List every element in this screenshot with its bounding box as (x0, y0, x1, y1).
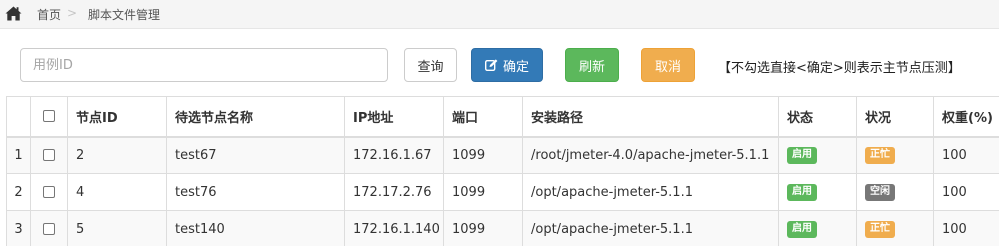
weight-cell: 100 (933, 173, 999, 211)
query-button[interactable]: 查询 (404, 48, 457, 82)
row-checkbox[interactable] (43, 186, 55, 198)
confirm-button[interactable]: 确定 (471, 48, 543, 82)
ip-cell: 172.16.1.140 (344, 210, 444, 246)
condition-cell: 正忙 (856, 210, 934, 246)
node-id-cell: 5 (67, 210, 167, 246)
status-cell: 启用 (778, 173, 857, 211)
row-checkbox[interactable] (43, 149, 55, 162)
breadcrumb-home-link[interactable]: 首页 (37, 6, 61, 23)
node-name-cell: test67 (166, 136, 345, 174)
node-name-cell: test76 (166, 173, 345, 211)
confirm-button-label: 确定 (502, 59, 529, 75)
header-status: 状态 (778, 96, 857, 138)
node-id-cell: 2 (67, 136, 167, 174)
status-badge: 启用 (787, 184, 817, 201)
status-cell: 启用 (778, 210, 857, 246)
status-badge: 启用 (787, 147, 817, 165)
row-select[interactable] (30, 173, 68, 211)
breadcrumb-current: 脚本文件管理 (88, 8, 161, 22)
row-number: 1 (6, 136, 31, 174)
header-node-id: 节点ID (67, 96, 167, 138)
node-name-cell: test140 (166, 210, 345, 246)
row-checkbox[interactable] (43, 223, 55, 235)
query-button-label: 查询 (417, 59, 444, 75)
row-select[interactable] (30, 210, 68, 246)
header-weight: 权重(%) (933, 96, 999, 138)
header-ip: IP地址 (344, 96, 444, 138)
home-icon[interactable] (5, 6, 22, 21)
breadcrumb-separator: > (67, 6, 78, 20)
table-row[interactable]: 2 4 test76 172.17.2.76 1099 /opt/apache-… (6, 173, 999, 211)
row-number: 3 (6, 210, 31, 246)
edit-icon (484, 59, 498, 71)
select-all-checkbox[interactable] (43, 110, 55, 123)
cancel-button-label: 取消 (654, 59, 681, 75)
header-row-number (6, 96, 31, 138)
condition-badge: 正忙 (865, 147, 895, 165)
weight-cell: 100 (933, 136, 999, 174)
refresh-button-label: 刷新 (578, 59, 605, 75)
ip-cell: 172.17.2.76 (344, 173, 444, 211)
status-badge: 启用 (787, 221, 817, 238)
table-row[interactable]: 1 2 test67 172.16.1.67 1099 /root/jmeter… (6, 136, 999, 174)
cancel-button[interactable]: 取消 (641, 48, 695, 82)
header-port: 端口 (443, 96, 523, 138)
breadcrumb: 首页 > 脚本文件管理 (0, 0, 999, 29)
condition-badge: 正忙 (865, 221, 895, 238)
node-id-cell: 4 (67, 173, 167, 211)
ip-cell: 172.16.1.67 (344, 136, 444, 174)
install-path-cell: /root/jmeter-4.0/apache-jmeter-5.1.1 (522, 136, 779, 174)
case-id-search-input[interactable] (20, 48, 388, 82)
table-header-row: 节点ID 待选节点名称 IP地址 端口 安装路径 状态 状况 权重(%) (6, 96, 999, 138)
condition-cell: 空闲 (856, 173, 934, 211)
install-path-cell: /opt/apache-jmeter-5.1.1 (522, 173, 779, 211)
condition-cell: 正忙 (856, 136, 934, 174)
header-condition: 状况 (856, 96, 934, 138)
weight-cell: 100 (933, 210, 999, 246)
header-node-name: 待选节点名称 (166, 96, 345, 138)
node-table: 节点ID 待选节点名称 IP地址 端口 安装路径 状态 状况 权重(%) 1 2… (6, 96, 999, 246)
header-install-path: 安装路径 (522, 96, 779, 138)
row-number: 2 (6, 173, 31, 211)
table-row[interactable]: 3 5 test140 172.16.1.140 1099 /opt/apach… (6, 210, 999, 246)
install-path-cell: /opt/apache-jmeter-5.1.1 (522, 210, 779, 246)
condition-badge: 空闲 (865, 184, 895, 201)
header-select-all[interactable] (30, 96, 68, 138)
port-cell: 1099 (443, 210, 523, 246)
refresh-button[interactable]: 刷新 (565, 48, 619, 82)
port-cell: 1099 (443, 173, 523, 211)
status-cell: 启用 (778, 136, 857, 174)
row-select[interactable] (30, 136, 68, 174)
hint-text: 【不勾选直接<确定>则表示主节点压测】 (718, 61, 961, 76)
port-cell: 1099 (443, 136, 523, 174)
